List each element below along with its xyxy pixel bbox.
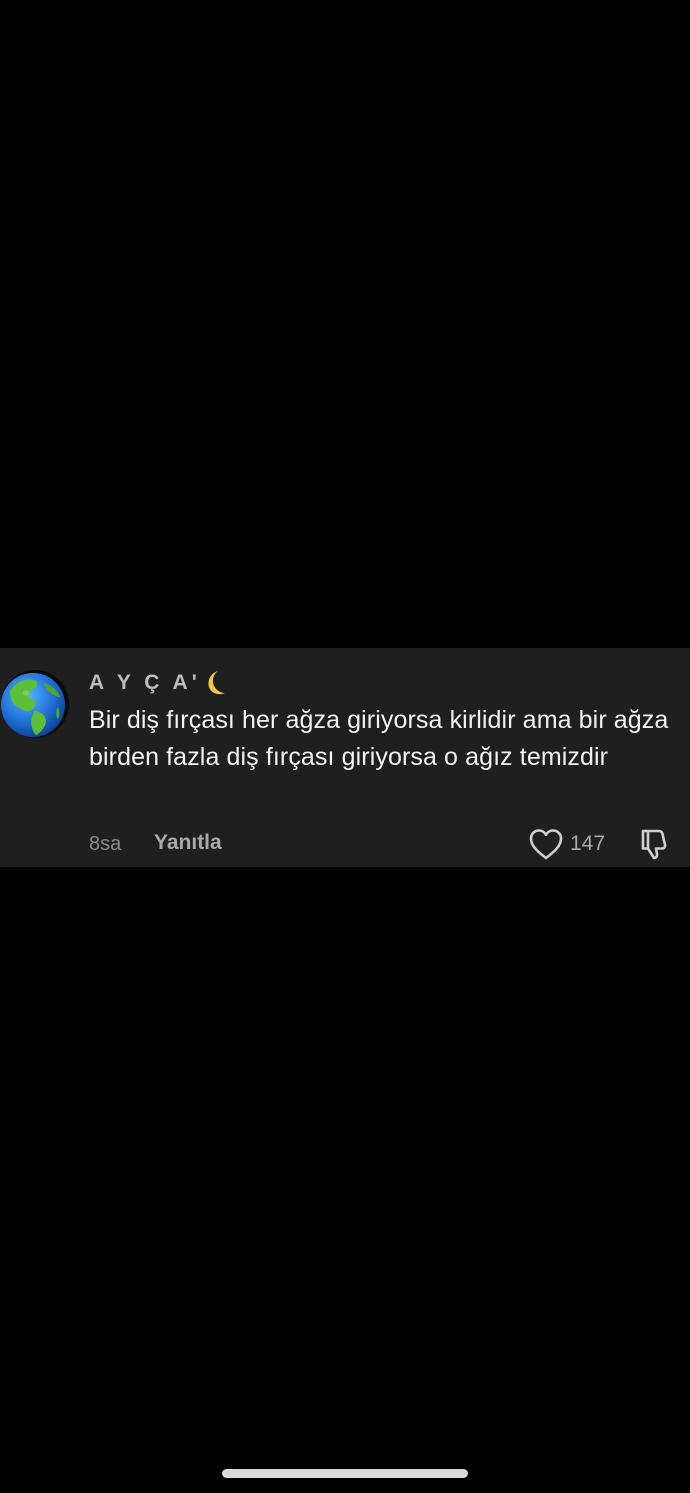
thumbs-down-outline-icon bbox=[641, 829, 667, 860]
reply-button[interactable]: Yanıtla bbox=[154, 829, 222, 857]
username[interactable]: A Y Ç A' bbox=[89, 668, 231, 698]
crescent-moon-icon bbox=[201, 668, 231, 698]
comment-time: 8sa bbox=[89, 833, 122, 855]
like-count: 147 bbox=[570, 832, 606, 855]
home-indicator[interactable] bbox=[222, 1469, 468, 1478]
comment-text: Bir diş fırçası her ağza giriyorsa kirli… bbox=[89, 706, 669, 771]
username-text: A Y Ç A' bbox=[89, 671, 201, 694]
dislike-button[interactable] bbox=[637, 827, 671, 861]
heart-outline-icon bbox=[529, 829, 563, 860]
avatar[interactable] bbox=[0, 669, 70, 739]
earth-globe-icon bbox=[1, 670, 69, 738]
like-button[interactable] bbox=[528, 827, 564, 861]
